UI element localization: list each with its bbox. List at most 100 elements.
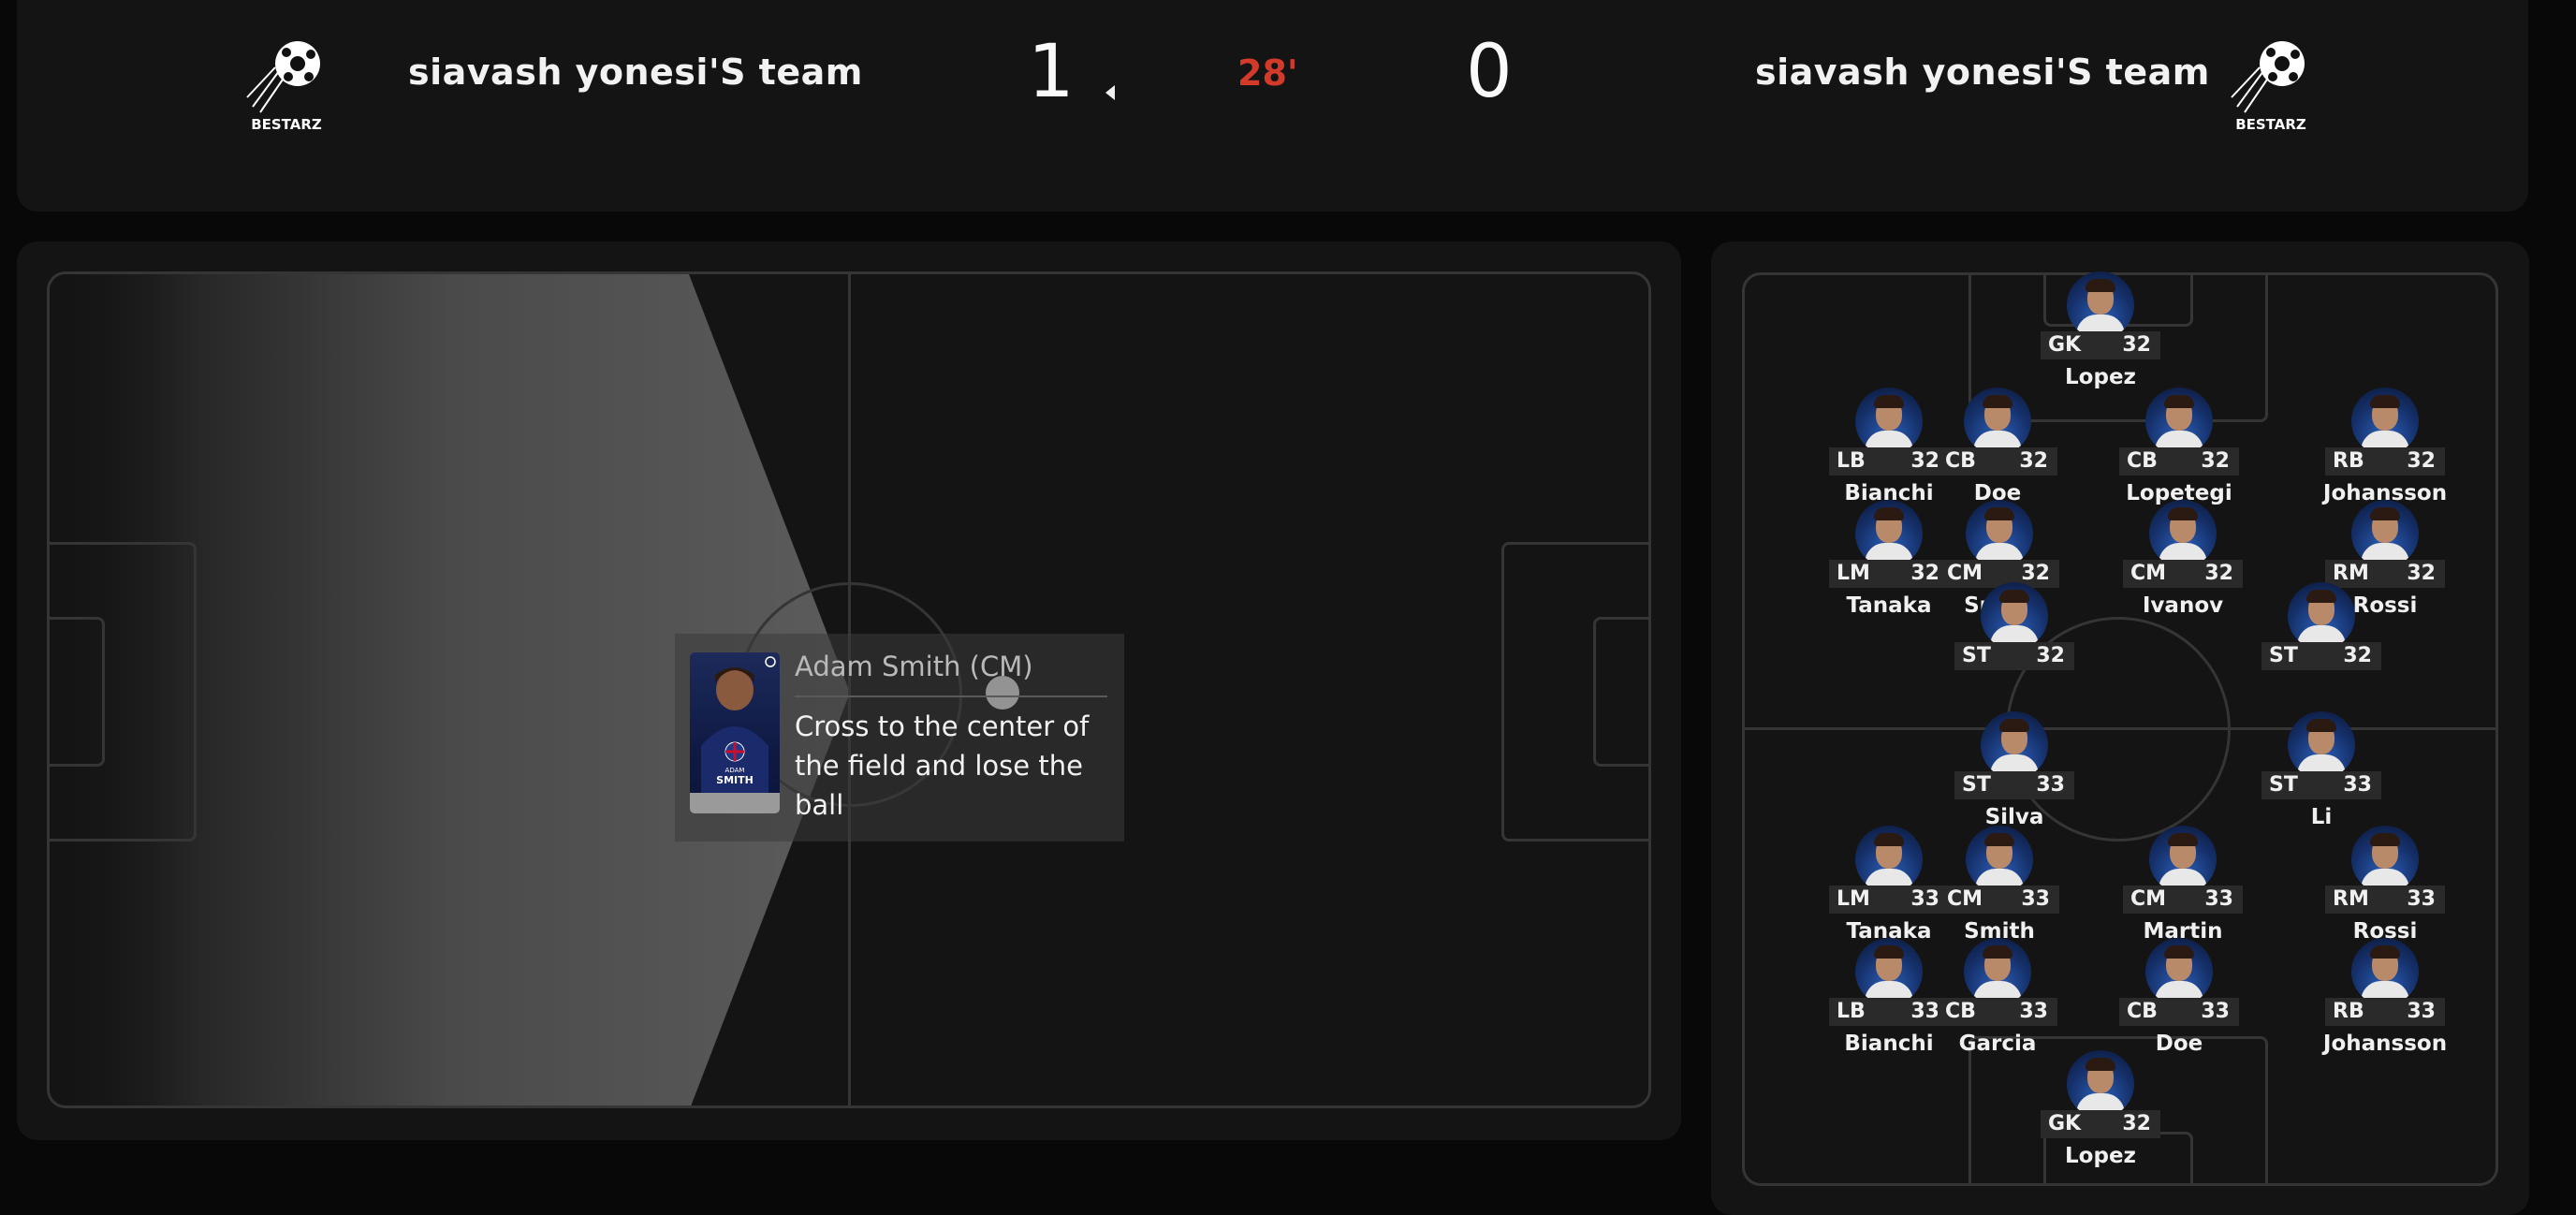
player-avatar	[1855, 500, 1923, 567]
player-stat-badge: CM 33	[1939, 886, 2059, 914]
player-marker-home[interactable]: CM 33 Smith	[1934, 826, 2065, 957]
player-position: LB	[1837, 1000, 1866, 1023]
player-stat-badge: LM 33	[1829, 886, 1949, 914]
player-avatar	[2145, 388, 2213, 455]
player-marker-home[interactable]: RB 33 Johansson	[2320, 938, 2451, 1069]
player-position: LM	[1837, 887, 1870, 911]
player-avatar	[2067, 271, 2134, 339]
player-rating: 32	[2407, 449, 2436, 473]
player-position: GK	[2048, 333, 2082, 357]
player-rating: 33	[2019, 1000, 2048, 1023]
player-avatar	[2149, 826, 2217, 893]
player-position: RM	[2333, 887, 2369, 911]
player-name: Lopez	[2065, 365, 2136, 389]
home-score: 1	[1028, 30, 1075, 114]
player-marker-home[interactable]: CM 33 Martin	[2117, 826, 2248, 957]
player-stat-badge: RM 33	[2325, 886, 2445, 914]
player-position: CB	[2127, 449, 2158, 473]
player-marker-home[interactable]: RM 33 Rossi	[2320, 826, 2451, 957]
player-position: RB	[2333, 449, 2364, 473]
player-position: CB	[1945, 449, 1976, 473]
player-avatar	[1981, 582, 2048, 650]
player-avatar	[2149, 500, 2217, 567]
player-stat-badge: CB 32	[2119, 447, 2239, 476]
player-stat-badge: CB 33	[1938, 998, 2057, 1026]
player-rating: 32	[2201, 449, 2230, 473]
player-position: LM	[1837, 562, 1870, 585]
player-marker-away[interactable]: ST 32	[2256, 582, 2387, 713]
player-stat-badge: ST 33	[2261, 771, 2381, 799]
player-rating: 33	[2204, 887, 2233, 911]
match-pitch: ADAM SMITH Adam Smith (CM) Cross to the …	[47, 271, 1651, 1108]
svg-text:SMITH: SMITH	[716, 774, 754, 786]
player-marker-home[interactable]: CB 33 Doe	[2114, 938, 2245, 1069]
player-avatar	[2351, 388, 2419, 455]
player-stat-badge: ST 32	[2261, 642, 2381, 670]
away-score: 0	[1466, 30, 1513, 114]
player-avatar	[1964, 938, 2031, 1005]
player-marker-home[interactable]: ST 33 Silva	[1949, 711, 2080, 842]
player-rating: 33	[2201, 1000, 2230, 1023]
player-position: ST	[2269, 773, 2298, 797]
svg-text:BESTARZ: BESTARZ	[2235, 116, 2306, 133]
player-avatar	[1855, 826, 1923, 893]
player-stat-badge: GK 32	[2041, 331, 2160, 359]
player-stat-badge: ST 33	[1954, 771, 2074, 799]
event-popup: ADAM SMITH Adam Smith (CM) Cross to the …	[675, 634, 1124, 842]
match-clock: 28'	[1237, 52, 1298, 94]
player-stat-badge: LB 32	[1829, 447, 1949, 476]
player-avatar	[2145, 938, 2213, 1005]
player-name: Johansson	[2322, 1032, 2448, 1056]
event-player-name: Adam Smith (CM)	[795, 651, 1033, 682]
player-card-image: ADAM SMITH	[690, 652, 780, 813]
player-position: CB	[1945, 1000, 1976, 1023]
player-rating: 33	[2021, 887, 2050, 911]
scoreboard: BESTARZ siavash yonesi'S team 1 28' 0 si…	[17, 0, 2528, 212]
player-rating: 33	[2407, 1000, 2436, 1023]
player-marker-away[interactable]: GK 32 Lopez	[2035, 271, 2166, 403]
player-stat-badge: ST 32	[1954, 642, 2074, 670]
player-marker-away[interactable]: RB 32 Johansson	[2320, 388, 2451, 519]
left-goal-box	[50, 617, 105, 767]
player-position: LB	[1837, 449, 1866, 473]
player-rating: 32	[2036, 644, 2065, 667]
player-stat-badge: GK 32	[2041, 1110, 2160, 1138]
player-avatar	[1964, 388, 2031, 455]
player-rating: 32	[2019, 449, 2048, 473]
match-pitch-panel: ADAM SMITH Adam Smith (CM) Cross to the …	[17, 242, 1681, 1140]
player-position: CM	[1947, 887, 1983, 911]
popup-divider	[795, 695, 1107, 697]
player-avatar	[1966, 826, 2033, 893]
player-avatar	[1981, 711, 2048, 779]
player-stat-badge: RB 32	[2325, 447, 2445, 476]
home-team-name: siavash yonesi'S team	[408, 51, 863, 93]
lineup-panel: GK 32 Lopez LB 32 Bianchi CB 32 Doe CB 32 Lopetegi R…	[1711, 242, 2529, 1215]
player-marker-away[interactable]: CB 32 Lopetegi	[2114, 388, 2245, 519]
player-name: Lopez	[2065, 1144, 2136, 1168]
player-stat-badge: LB 33	[1829, 998, 1949, 1026]
player-rating: 32	[2407, 562, 2436, 585]
player-marker-home[interactable]: ST 33 Li	[2256, 711, 2387, 842]
player-position: ST	[1962, 644, 1991, 667]
player-rating: 32	[2343, 644, 2372, 667]
player-position: ST	[1962, 773, 1991, 797]
player-marker-home[interactable]: GK 32 Lopez	[2035, 1050, 2166, 1181]
player-marker-away[interactable]: CM 32 Ivanov	[2117, 500, 2248, 631]
event-description: Cross to the center of the field and los…	[795, 710, 1090, 821]
player-rating: 32	[2122, 333, 2151, 357]
player-rating: 32	[2204, 562, 2233, 585]
away-team-logo: BESTARZ	[2218, 30, 2321, 133]
player-marker-away[interactable]: CB 32 Doe	[1932, 388, 2063, 519]
player-avatar	[2351, 826, 2419, 893]
player-rating: 33	[2343, 773, 2372, 797]
player-stat-badge: CM 32	[2123, 560, 2243, 588]
player-position: RB	[2333, 1000, 2364, 1023]
player-marker-away[interactable]: ST 32	[1949, 582, 2080, 713]
player-position: CB	[2127, 1000, 2158, 1023]
player-position: GK	[2048, 1112, 2082, 1135]
player-marker-home[interactable]: CB 33 Garcia	[1932, 938, 2063, 1069]
player-avatar	[1855, 388, 1923, 455]
player-rating: 33	[2407, 887, 2436, 911]
svg-text:ADAM: ADAM	[725, 767, 745, 774]
player-stat-badge: RB 33	[2325, 998, 2445, 1026]
